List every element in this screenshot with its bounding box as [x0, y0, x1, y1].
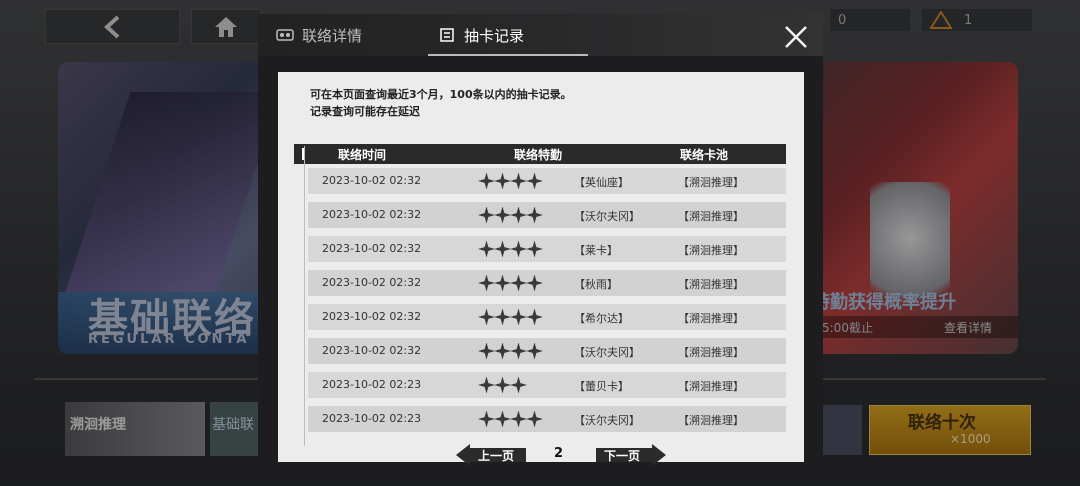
row-pool: 【溯洄推理】 [678, 312, 744, 325]
star-icon [526, 410, 543, 428]
close-button[interactable] [778, 22, 814, 52]
star-icon [510, 172, 527, 190]
row-agent: 【沃尔夫冈】 [574, 210, 640, 223]
row-time: 2023-10-02 02:32 [322, 242, 422, 255]
close-icon [785, 26, 807, 48]
table-row: 2023-10-02 02:32 【希尔达】 【溯洄推理】 [308, 304, 786, 330]
table-header: 联络时间 联络特勤 联络卡池 [294, 144, 786, 164]
tab-contact-detail[interactable]: 联络详情 [276, 14, 362, 56]
table-row: 2023-10-02 02:23 【沃尔夫冈】 【溯洄推理】 [308, 406, 786, 432]
row-stars [478, 308, 543, 326]
row-stars [478, 410, 543, 428]
info-line-2: 记录查询可能存在延迟 [310, 105, 420, 118]
row-stars [478, 376, 527, 394]
star-icon [478, 274, 495, 292]
star-icon [526, 240, 543, 258]
row-time: 2023-10-02 02:23 [322, 412, 422, 425]
row-pool: 【溯洄推理】 [678, 414, 744, 427]
star-icon [526, 308, 543, 326]
tab-gacha-record[interactable]: 抽卡记录 [438, 14, 524, 56]
row-agent: 【沃尔夫冈】 [574, 414, 640, 427]
star-icon [510, 274, 527, 292]
info-text: 可在本页面查询最近3个月，100条以内的抽卡记录。 记录查询可能存在延迟 [310, 86, 572, 120]
tab-contact-detail-label: 联络详情 [302, 26, 363, 45]
star-icon [478, 240, 495, 258]
row-time: 2023-10-02 02:32 [322, 208, 422, 221]
info-line-1: 可在本页面查询最近3个月，100条以内的抽卡记录。 [310, 88, 572, 101]
record-panel: 可在本页面查询最近3个月，100条以内的抽卡记录。 记录查询可能存在延迟 联络时… [278, 72, 804, 466]
row-time: 2023-10-02 02:32 [322, 310, 422, 323]
table-row: 2023-10-02 02:32 【英仙座】 【溯洄推理】 [308, 168, 786, 194]
star-icon [510, 308, 527, 326]
row-pool: 【溯洄推理】 [678, 346, 744, 359]
star-icon [478, 342, 495, 360]
table-row: 2023-10-02 02:32 【莱卡】 【溯洄推理】 [308, 236, 786, 262]
row-time: 2023-10-02 02:32 [322, 174, 422, 187]
star-icon [494, 172, 511, 190]
row-agent: 【莱卡】 [574, 244, 618, 257]
star-icon [494, 274, 511, 292]
row-stars [478, 240, 543, 258]
row-pool: 【溯洄推理】 [678, 176, 744, 189]
row-time: 2023-10-02 02:23 [322, 378, 422, 391]
star-icon [510, 240, 527, 258]
next-page-label: 下一页 [604, 449, 641, 463]
column-header-time: 联络时间 [338, 148, 387, 162]
row-pool: 【溯洄推理】 [678, 380, 744, 393]
column-header-pool: 联络卡池 [680, 148, 729, 162]
row-stars [478, 274, 543, 292]
star-icon [478, 172, 495, 190]
tab-gacha-record-label: 抽卡记录 [464, 26, 525, 45]
star-icon [478, 308, 495, 326]
row-agent: 【秋雨】 [574, 278, 618, 291]
star-icon [494, 206, 511, 224]
active-tab-indicator [428, 54, 588, 56]
gacha-record-modal: 联络详情 抽卡记录 可在本页面查询最近3个月，100条以内的抽卡记录。 记录查询… [258, 14, 823, 476]
star-icon [494, 342, 511, 360]
record-icon [440, 28, 454, 42]
star-icon [494, 308, 511, 326]
table-row: 2023-10-02 02:32 【沃尔夫冈】 【溯洄推理】 [308, 338, 786, 364]
star-icon [526, 342, 543, 360]
prev-page-label: 上一页 [478, 449, 515, 463]
table-row: 2023-10-02 02:23 【蕾贝卡】 【溯洄推理】 [308, 372, 786, 398]
star-icon [478, 410, 495, 428]
star-icon [494, 240, 511, 258]
contact-icon [276, 29, 294, 41]
row-pool: 【溯洄推理】 [678, 244, 744, 257]
star-icon [478, 376, 495, 394]
star-icon [526, 274, 543, 292]
star-icon [526, 206, 543, 224]
star-icon [526, 172, 543, 190]
page-number: 2 [554, 446, 564, 461]
table-row: 2023-10-02 02:32 【沃尔夫冈】 【溯洄推理】 [308, 202, 786, 228]
next-page-button[interactable]: 下一页 [590, 444, 666, 466]
star-icon [478, 206, 495, 224]
star-icon [510, 410, 527, 428]
star-icon [494, 376, 511, 394]
row-time: 2023-10-02 02:32 [322, 276, 422, 289]
row-agent: 【英仙座】 [574, 176, 629, 189]
star-icon [510, 206, 527, 224]
row-stars [478, 172, 543, 190]
row-stars [478, 206, 543, 224]
row-agent: 【蕾贝卡】 [574, 380, 629, 393]
row-pool: 【溯洄推理】 [678, 278, 744, 291]
row-pool: 【溯洄推理】 [678, 210, 744, 223]
row-stars [478, 342, 543, 360]
star-icon [510, 342, 527, 360]
row-agent: 【希尔达】 [574, 312, 629, 325]
row-time: 2023-10-02 02:32 [322, 344, 422, 357]
star-icon [494, 410, 511, 428]
row-agent: 【沃尔夫冈】 [574, 346, 640, 359]
prev-page-button[interactable]: 上一页 [456, 444, 532, 466]
table-side-line [304, 146, 305, 446]
column-header-agent: 联络特勤 [514, 148, 563, 162]
table-row: 2023-10-02 02:32 【秋雨】 【溯洄推理】 [308, 270, 786, 296]
star-icon [510, 376, 527, 394]
